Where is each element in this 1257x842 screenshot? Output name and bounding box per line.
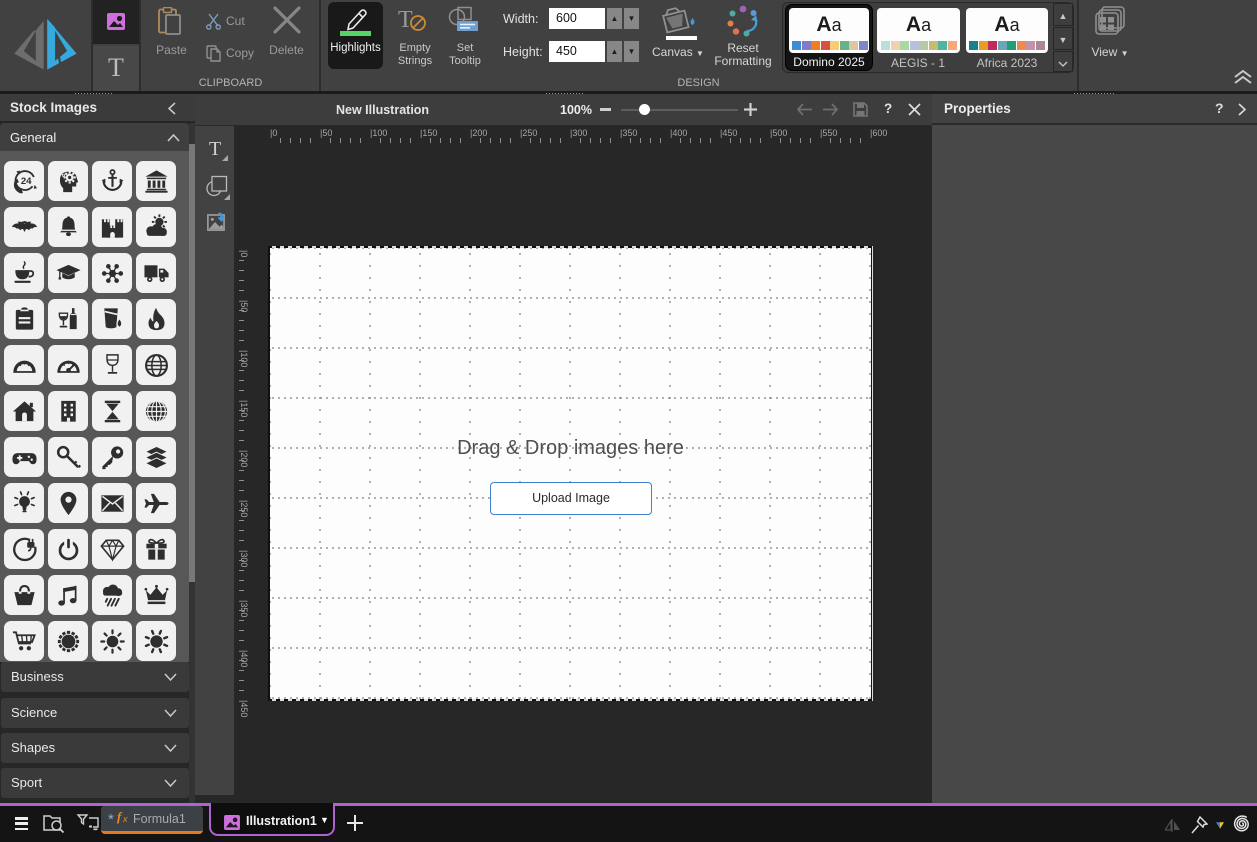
svg-text:24: 24 bbox=[20, 175, 31, 186]
svg-text:T: T bbox=[398, 7, 413, 32]
